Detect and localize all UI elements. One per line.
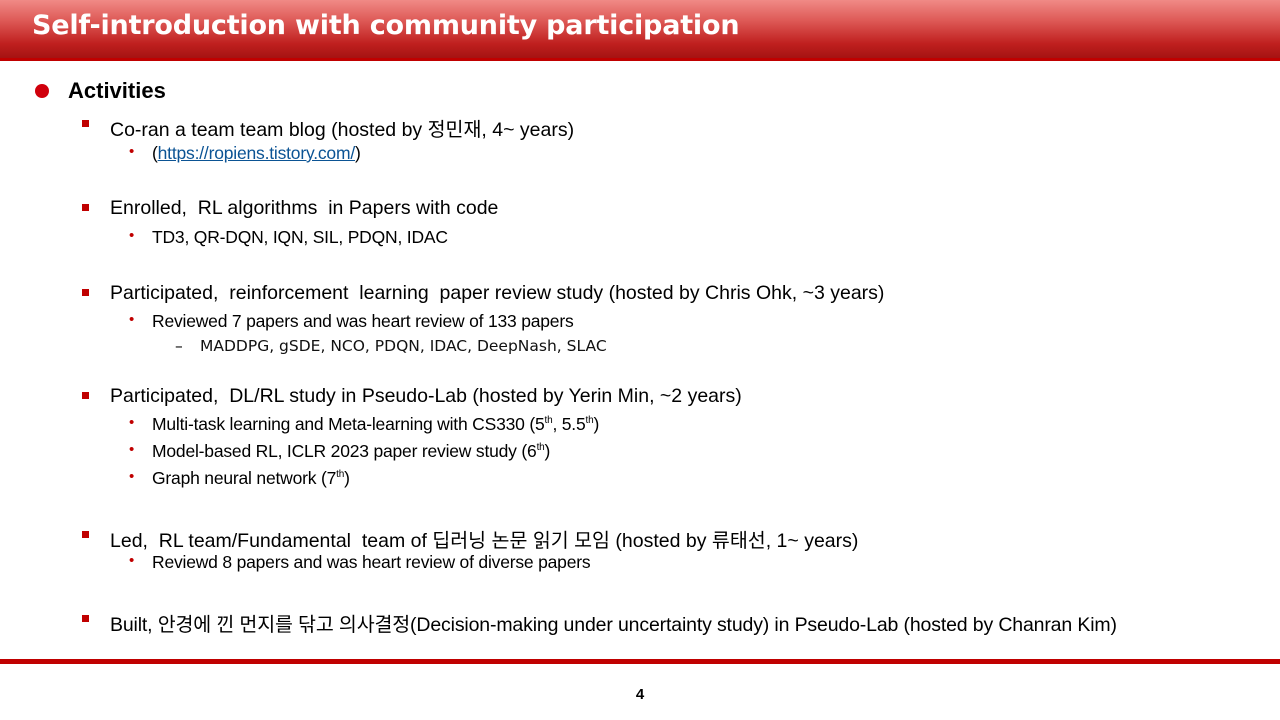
subitem-text: ) <box>593 414 600 434</box>
activity-subsubitem: – MADDPG, gSDE, NCO, PDQN, IDAC, DeepNas… <box>175 337 607 355</box>
square-bullet-icon <box>82 204 89 211</box>
subitem-text: , 5.5 <box>552 414 586 434</box>
activity-item-text: Participated, DL/RL study in Pseudo-Lab … <box>110 385 742 407</box>
activity-subitem: • Reviewed 7 papers and was heart review… <box>129 311 574 332</box>
blog-link[interactable]: https://ropiens.tistory.com/ <box>158 143 356 163</box>
dot-bullet-icon: • <box>129 311 135 328</box>
dot-bullet-icon: • <box>129 143 135 160</box>
page-number: 4 <box>635 686 645 703</box>
ordinal-suffix: th <box>336 469 345 481</box>
activity-item-text: Built, 안경에 낀 먼지를 닦고 의사결정(Decision-making… <box>110 614 1117 636</box>
activity-subitem: • Multi-task learning and Meta-learning … <box>129 414 600 435</box>
paren-close: ) <box>354 143 361 163</box>
activity-subitem-text: Reviewed 7 papers and was heart review o… <box>152 311 574 331</box>
section-heading: Activities <box>35 78 166 104</box>
activity-item-text: Co-ran a team team blog (hosted by 정민재, … <box>110 119 575 141</box>
activity-subitem: • Reviewd 8 papers and was heart review … <box>129 552 591 573</box>
subitem-text: Model-based RL, ICLR 2023 paper review s… <box>152 441 537 461</box>
dot-bullet-icon: • <box>129 227 135 244</box>
dot-bullet-icon: • <box>129 468 135 485</box>
subitem-text: Multi-task learning and Meta-learning wi… <box>152 414 545 434</box>
dot-bullet-icon: • <box>129 441 135 458</box>
subitem-text: ) <box>544 441 551 461</box>
activity-subitem: • Model-based RL, ICLR 2023 paper review… <box>129 441 551 462</box>
activity-subsubitem-text: MADDPG, gSDE, NCO, PDQN, IDAC, DeepNash,… <box>200 337 607 355</box>
dot-bullet-icon: • <box>129 414 135 431</box>
slide-content: Activities Co-ran a team team blog (host… <box>0 0 1280 660</box>
activity-item: Participated, reinforcement learning pap… <box>82 282 885 305</box>
circle-bullet-icon <box>35 84 49 98</box>
activity-subitem-text: TD3, QR-DQN, IQN, SIL, PDQN, IDAC <box>152 227 448 247</box>
activity-subitem-text: Reviewd 8 papers and was heart review of… <box>152 552 591 572</box>
square-bullet-icon <box>82 392 89 399</box>
activity-item: Built, 안경에 낀 먼지를 닦고 의사결정(Decision-making… <box>82 608 1117 637</box>
activity-item-text: Enrolled, RL algorithms in Papers with c… <box>110 197 499 219</box>
activity-subitem: • TD3, QR-DQN, IQN, SIL, PDQN, IDAC <box>129 227 448 248</box>
square-bullet-icon <box>82 531 89 538</box>
activity-item-text: Led, RL team/Fundamental team of 딥러닝 논문 … <box>110 530 859 552</box>
square-bullet-icon <box>82 615 89 622</box>
ordinal-suffix: th <box>536 442 545 454</box>
activity-item-text: Participated, reinforcement learning pap… <box>110 282 885 304</box>
activity-item: Participated, DL/RL study in Pseudo-Lab … <box>82 385 742 408</box>
activity-item: Co-ran a team team blog (hosted by 정민재, … <box>82 113 575 142</box>
square-bullet-icon <box>82 289 89 296</box>
activity-item: Led, RL team/Fundamental team of 딥러닝 논문 … <box>82 524 859 553</box>
square-bullet-icon <box>82 120 89 127</box>
section-heading-text: Activities <box>68 78 166 103</box>
subitem-text: Graph neural network (7 <box>152 468 337 488</box>
subitem-text: ) <box>344 468 350 488</box>
dot-bullet-icon: • <box>129 552 135 569</box>
activity-subitem: • (https://ropiens.tistory.com/) <box>129 143 361 164</box>
dash-bullet-icon: – <box>175 337 183 355</box>
activity-subitem: • Graph neural network (7th) <box>129 468 350 489</box>
footer-divider <box>0 659 1280 664</box>
activity-item: Enrolled, RL algorithms in Papers with c… <box>82 197 499 220</box>
